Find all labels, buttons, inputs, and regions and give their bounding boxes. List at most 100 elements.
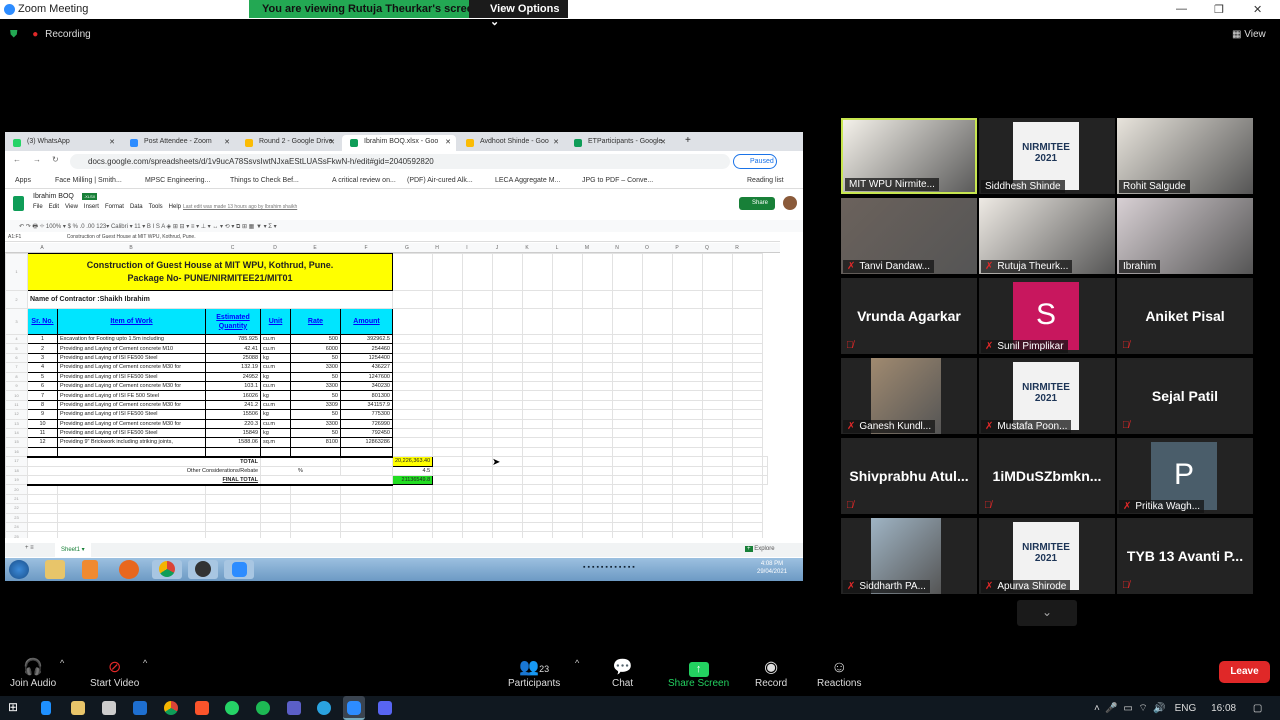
empty-cell[interactable] <box>391 343 434 354</box>
empty-cell[interactable] <box>462 390 494 401</box>
empty-cell[interactable] <box>552 390 584 401</box>
boq-cell[interactable]: 2 <box>27 343 58 354</box>
empty-cell[interactable] <box>672 493 704 505</box>
empty-cell[interactable] <box>260 531 291 538</box>
empty-cell[interactable] <box>642 437 674 448</box>
empty-cell[interactable] <box>612 474 644 486</box>
start-video-button[interactable]: ⊘ Start Video <box>90 658 139 689</box>
empty-cell[interactable] <box>27 531 58 538</box>
empty-cell[interactable] <box>205 512 261 524</box>
empty-cell[interactable] <box>462 333 494 345</box>
empty-cell[interactable] <box>340 493 393 505</box>
empty-cell[interactable] <box>432 290 464 309</box>
empty-cell[interactable] <box>432 253 464 291</box>
empty-cell[interactable] <box>432 465 464 476</box>
column-header[interactable]: I <box>452 245 482 251</box>
column-header[interactable]: A <box>27 245 57 251</box>
add-sheet-icon[interactable]: + ≡ <box>25 545 34 551</box>
empty-cell[interactable] <box>552 427 584 439</box>
empty-cell[interactable] <box>432 512 464 524</box>
empty-cell[interactable] <box>391 352 434 364</box>
empty-cell[interactable] <box>522 484 554 495</box>
boq-cell[interactable]: kg <box>260 409 291 420</box>
forward-icon[interactable]: → <box>33 155 41 164</box>
empty-cell[interactable] <box>492 371 524 382</box>
empty-cell[interactable] <box>522 380 554 392</box>
empty-cell[interactable] <box>672 362 704 373</box>
empty-cell[interactable] <box>552 352 584 364</box>
empty-cell[interactable] <box>612 531 644 538</box>
boq-cell[interactable]: cu.m <box>260 399 291 411</box>
empty-cell[interactable] <box>732 343 764 354</box>
empty-cell[interactable] <box>391 409 434 420</box>
empty-cell[interactable] <box>552 446 584 458</box>
empty-cell[interactable] <box>702 253 734 291</box>
empty-cell[interactable] <box>492 399 524 411</box>
boq-cell[interactable]: 16026 <box>205 390 261 401</box>
empty-cell[interactable] <box>702 343 734 354</box>
boq-cell[interactable]: Providing and Laying of ISI FE 500 Steel <box>57 390 206 401</box>
empty-cell[interactable] <box>672 253 704 291</box>
empty-cell[interactable] <box>612 493 644 505</box>
empty-cell[interactable] <box>762 465 769 476</box>
windows-start-icon[interactable]: ⊞ <box>8 700 22 714</box>
empty-cell[interactable] <box>762 474 769 486</box>
boq-cell[interactable]: 3 <box>27 352 58 364</box>
empty-cell[interactable] <box>612 253 644 291</box>
empty-cell[interactable] <box>522 503 554 514</box>
empty-cell[interactable] <box>260 503 291 514</box>
empty-cell[interactable] <box>552 418 584 429</box>
empty-cell[interactable] <box>582 474 614 486</box>
boq-cell[interactable]: 1588.06 <box>205 437 261 448</box>
empty-cell[interactable] <box>702 380 734 392</box>
empty-cell[interactable] <box>672 290 704 309</box>
empty-cell[interactable] <box>642 418 674 429</box>
empty-cell[interactable] <box>552 333 584 345</box>
empty-cell[interactable] <box>57 522 206 533</box>
avatar[interactable] <box>783 196 797 210</box>
empty-cell[interactable] <box>642 371 674 382</box>
empty-cell[interactable] <box>290 446 341 458</box>
empty-cell[interactable] <box>642 465 674 476</box>
empty-cell[interactable] <box>552 484 584 495</box>
empty-cell[interactable] <box>732 352 764 364</box>
empty-cell[interactable] <box>522 418 554 429</box>
boq-cell[interactable]: kg <box>260 390 291 401</box>
empty-cell[interactable] <box>522 456 554 467</box>
empty-cell[interactable] <box>522 531 554 538</box>
empty-cell[interactable] <box>462 352 494 364</box>
empty-cell[interactable] <box>642 290 674 309</box>
empty-cell[interactable] <box>205 503 261 514</box>
empty-cell[interactable] <box>732 484 764 495</box>
view-options-button[interactable]: View Options ⌄ <box>469 0 568 28</box>
empty-cell[interactable] <box>432 418 464 429</box>
empty-cell[interactable] <box>732 427 764 439</box>
boq-cell[interactable]: 11 <box>27 427 58 439</box>
empty-cell[interactable] <box>340 446 393 458</box>
chrome-icon[interactable] <box>164 701 178 715</box>
boq-cell[interactable]: 132.19 <box>205 362 261 373</box>
empty-cell[interactable] <box>27 446 58 458</box>
empty-cell[interactable] <box>57 531 206 538</box>
empty-cell[interactable] <box>340 465 393 476</box>
empty-cell[interactable] <box>552 399 584 411</box>
contractor-cell[interactable]: Name of Contractor :Shaikh Ibrahim <box>27 290 393 309</box>
boq-cell[interactable]: 15849 <box>205 427 261 439</box>
boq-cell[interactable]: Providing and Laying of Cement concrete … <box>57 362 206 373</box>
empty-cell[interactable] <box>462 371 494 382</box>
bookmark-item[interactable]: (PDF) Air-cured Alk... <box>407 177 473 184</box>
column-header[interactable]: E <box>290 245 340 251</box>
empty-cell[interactable] <box>492 493 524 505</box>
empty-cell[interactable] <box>57 484 206 495</box>
reactions-button[interactable]: ☺ Reactions <box>817 658 861 689</box>
formula-input[interactable]: Construction of Guest House at MIT WPU, … <box>67 234 196 240</box>
new-tab-icon[interactable]: + <box>685 135 691 146</box>
browser-tab[interactable]: ETParticipants - Google ✕ <box>566 135 671 151</box>
empty-cell[interactable] <box>582 399 614 411</box>
empty-cell[interactable] <box>582 427 614 439</box>
empty-cell[interactable] <box>492 427 524 439</box>
empty-cell[interactable] <box>672 427 704 439</box>
boq-cell[interactable]: Providing and Laying of ISI FE500 Steel <box>57 352 206 364</box>
empty-cell[interactable] <box>260 446 291 458</box>
empty-cell[interactable] <box>432 522 464 533</box>
